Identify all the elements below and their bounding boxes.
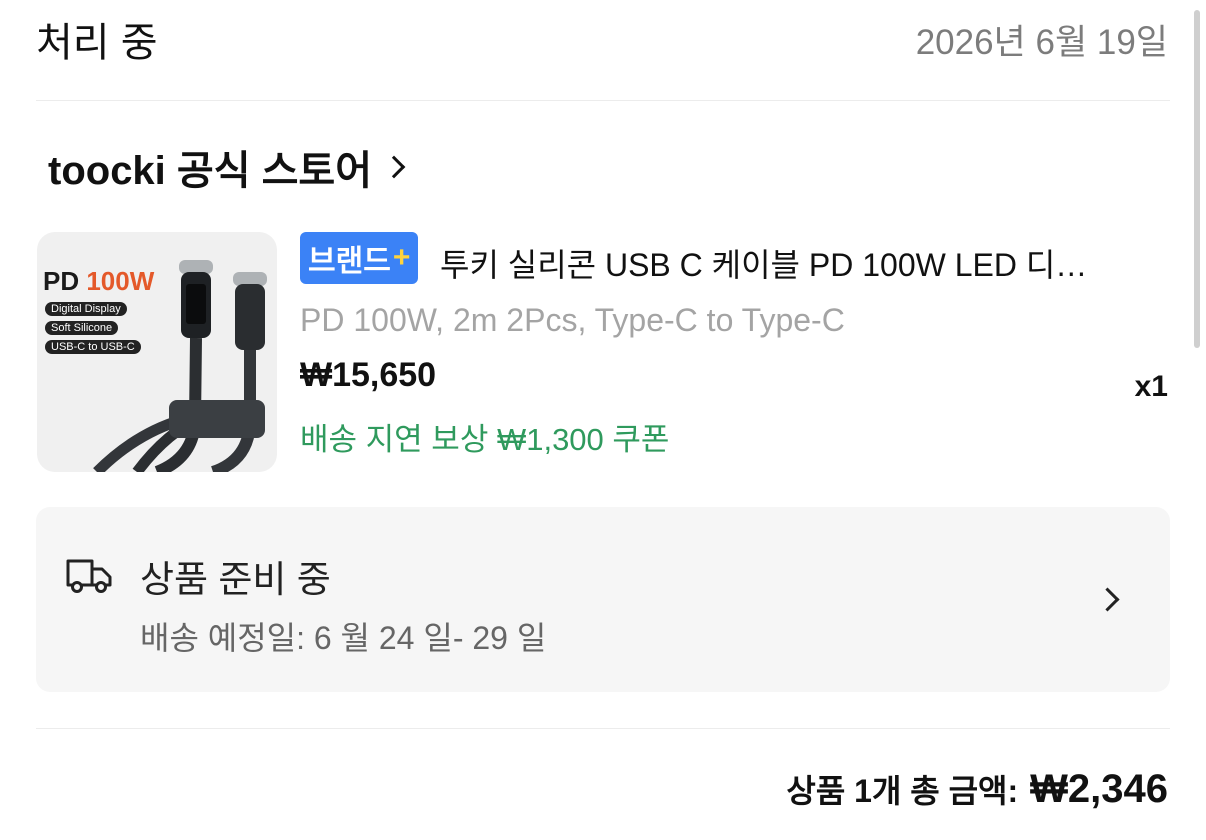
product-option: PD 100W, 2m 2Pcs, Type-C to Type-C: [300, 302, 845, 338]
order-status-title: 처리 중: [36, 21, 158, 65]
truck-icon: [66, 559, 112, 593]
divider: [36, 100, 1170, 101]
usb-cable-illustration: [93, 260, 267, 472]
shipping-status-card[interactable]: 상품 준비 중 배송 예정일: 6 월 24 일- 29 일: [36, 507, 1170, 692]
product-image[interactable]: PD 100W Digital Display Soft Silicone US…: [37, 232, 277, 472]
product-title[interactable]: 투키 실리콘 USB C 케이블 PD 100W LED 디…: [440, 240, 1146, 286]
order-total: 상품 1개 총 금액: ₩2,346: [786, 766, 1168, 812]
product-quantity: x1: [1134, 370, 1168, 403]
store-name: toocki 공식 스토어: [48, 149, 373, 193]
chevron-right-icon: [382, 155, 406, 179]
total-amount: ₩2,346: [1030, 767, 1168, 811]
scrollbar[interactable]: [1194, 10, 1200, 348]
product-price: ₩15,650: [300, 356, 437, 394]
order-date: 2026년 6월 19일: [915, 23, 1168, 62]
brand-plus-badge: 브랜드 +: [300, 232, 419, 284]
shipping-status: 상품 준비 중: [140, 559, 331, 600]
store-link[interactable]: toocki 공식 스토어: [48, 138, 406, 196]
estimated-delivery: 배송 예정일: 6 월 24 일- 29 일: [140, 620, 547, 656]
delay-coupon-text: 배송 지연 보상 ₩1,300 쿠폰: [300, 422, 670, 457]
divider: [36, 728, 1170, 729]
chevron-right-icon: [1095, 587, 1120, 612]
total-label: 상품 1개 총 금액:: [786, 773, 1019, 809]
